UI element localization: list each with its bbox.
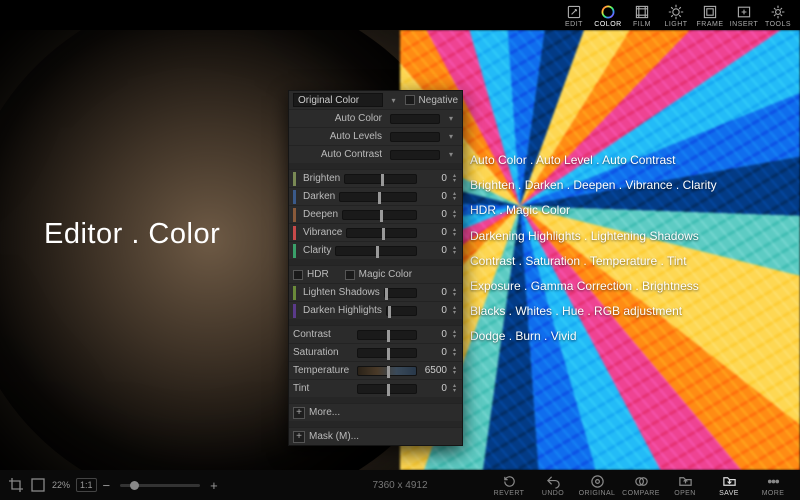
vibrance-stepper[interactable]: ▴▾ xyxy=(451,228,458,238)
zoom-fit[interactable]: 1:1 xyxy=(76,478,97,492)
image-dimensions: 7360 x 4912 xyxy=(372,480,427,491)
plus-icon: + xyxy=(293,431,305,443)
film-button[interactable]: FILM xyxy=(626,2,658,30)
lighten-shadows-slider[interactable] xyxy=(384,288,417,298)
top-toolbar: EDIT COLOR FILM LIGHT FRAME INSERT TOOLS xyxy=(558,0,800,30)
hdr-checkbox[interactable] xyxy=(293,270,303,280)
crop-icon[interactable] xyxy=(8,477,24,493)
brighten-slider[interactable] xyxy=(344,174,417,184)
canvas-icon[interactable] xyxy=(30,477,46,493)
tint-stepper[interactable]: ▴▾ xyxy=(451,384,458,394)
more-button[interactable]: +More... xyxy=(289,403,462,421)
plus-icon: + xyxy=(293,407,305,419)
auto-color-slider[interactable] xyxy=(390,114,440,124)
contrast-stepper[interactable]: ▴▾ xyxy=(451,330,458,340)
page-title: Editor . Color xyxy=(44,218,220,251)
auto-levels-slider[interactable] xyxy=(390,132,440,142)
auto-color-menu[interactable]: ▾ xyxy=(444,114,458,123)
negative-label: Negative xyxy=(419,95,458,106)
frame-button[interactable]: FRAME xyxy=(694,2,726,30)
saturation-slider[interactable] xyxy=(357,348,417,358)
tools-button[interactable]: TOOLS xyxy=(762,2,794,30)
light-button[interactable]: LIGHT xyxy=(660,2,692,30)
auto-color-label: Auto Color xyxy=(293,113,386,124)
auto-contrast-menu[interactable]: ▾ xyxy=(444,150,458,159)
mask-button[interactable]: +Mask (M)... xyxy=(289,427,462,445)
save-button[interactable]: SAVE xyxy=(710,474,748,497)
zoom-out[interactable]: − xyxy=(103,478,111,493)
auto-contrast-slider[interactable] xyxy=(390,150,440,160)
vibrance-slider[interactable] xyxy=(346,228,417,238)
bottom-toolbar: 22% 1:1 − + 7360 x 4912 REVERT UNDO ORIG… xyxy=(0,470,800,500)
contrast-slider[interactable] xyxy=(357,330,417,340)
auto-levels-label: Auto Levels xyxy=(293,131,386,142)
zoom-in[interactable]: + xyxy=(210,478,218,493)
darken-slider[interactable] xyxy=(339,192,417,202)
negative-checkbox[interactable] xyxy=(405,95,415,105)
chevron-down-icon[interactable]: ▾ xyxy=(387,96,401,105)
temperature-slider[interactable] xyxy=(357,366,417,376)
saturation-stepper[interactable]: ▴▾ xyxy=(451,348,458,358)
tint-slider[interactable] xyxy=(357,384,417,394)
undo-button[interactable]: UNDO xyxy=(534,474,572,497)
zoom-slider[interactable] xyxy=(120,484,200,487)
darken-stepper[interactable]: ▴▾ xyxy=(451,192,458,202)
brighten-stepper[interactable]: ▴▾ xyxy=(451,174,458,184)
feature-list: Auto Color . Auto Level . Auto Contrast … xyxy=(470,148,717,350)
color-panel: Original Color ▾ Negative Auto Color▾ Au… xyxy=(288,90,463,446)
revert-button[interactable]: REVERT xyxy=(490,474,528,497)
lighten-shadows-stepper[interactable]: ▴▾ xyxy=(451,288,458,298)
insert-button[interactable]: INSERT xyxy=(728,2,760,30)
clarity-slider[interactable] xyxy=(335,246,417,256)
temperature-stepper[interactable]: ▴▾ xyxy=(451,366,458,376)
compare-button[interactable]: COMPARE xyxy=(622,474,660,497)
clarity-stepper[interactable]: ▴▾ xyxy=(451,246,458,256)
magic-color-checkbox[interactable] xyxy=(345,270,355,280)
original-color-select[interactable]: Original Color xyxy=(293,93,383,107)
edit-button[interactable]: EDIT xyxy=(558,2,590,30)
more-button-bottom[interactable]: MORE xyxy=(754,474,792,497)
original-button[interactable]: ORIGINAL xyxy=(578,474,616,497)
deepen-slider[interactable] xyxy=(342,210,417,220)
color-button[interactable]: COLOR xyxy=(592,2,624,30)
auto-contrast-label: Auto Contrast xyxy=(293,149,386,160)
darken-highlights-stepper[interactable]: ▴▾ xyxy=(451,306,458,316)
zoom-percent[interactable]: 22% xyxy=(52,480,70,490)
open-button[interactable]: OPEN xyxy=(666,474,704,497)
auto-levels-menu[interactable]: ▾ xyxy=(444,132,458,141)
darken-highlights-slider[interactable] xyxy=(386,306,417,316)
deepen-stepper[interactable]: ▴▾ xyxy=(451,210,458,220)
